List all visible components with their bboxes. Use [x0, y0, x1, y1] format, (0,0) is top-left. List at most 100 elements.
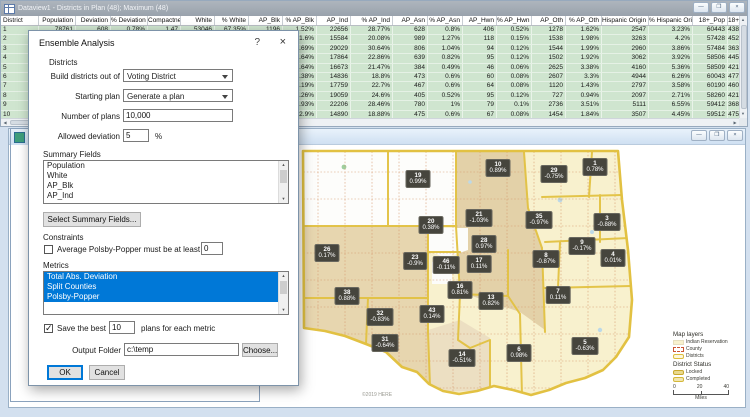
close-button[interactable]: ×: [727, 130, 743, 141]
district-label-16[interactable]: 16 0.81%: [447, 281, 473, 299]
build-districts-combo[interactable]: Voting District: [123, 69, 233, 82]
district-label-20[interactable]: 20 0.38%: [418, 216, 444, 234]
help-icon[interactable]: ?: [254, 37, 260, 48]
column-header-ap-ind[interactable]: AP_Ind: [317, 16, 351, 25]
summary-field-item[interactable]: AP_Ind: [44, 191, 288, 201]
column-header-ap-oth[interactable]: % AP_Oth: [566, 16, 602, 25]
summary-field-item[interactable]: AP_Blk: [44, 181, 288, 191]
scroll-up-icon[interactable]: ▲: [279, 161, 288, 169]
district-label-29[interactable]: 29 -0.75%: [540, 165, 568, 183]
cell-ap-asn: 1.27%: [428, 35, 463, 44]
district-label-5[interactable]: 5 -0.63%: [571, 337, 599, 355]
column-header-hispanic-origin[interactable]: Hispanic Origin: [602, 16, 649, 25]
column-header-18+-pop[interactable]: 18+_Pop: [693, 16, 728, 25]
district-label-46[interactable]: 46 -0.11%: [432, 256, 460, 274]
district-label-31[interactable]: 31 -0.64%: [371, 334, 399, 352]
close-button[interactable]: ×: [729, 2, 745, 13]
scroll-down-icon[interactable]: ▼: [279, 306, 288, 314]
starting-plan-combo[interactable]: Generate a plan: [123, 89, 233, 102]
dataview-vertical-scrollbar[interactable]: ▲ ▼: [739, 16, 747, 118]
close-icon[interactable]: ×: [280, 36, 286, 48]
metric-item[interactable]: Split Counties: [44, 282, 288, 292]
column-header-hispanic-origin[interactable]: % Hispanic Origin: [649, 16, 693, 25]
column-header-ap-asn[interactable]: % AP_Asn: [428, 16, 463, 25]
column-header-deviation[interactable]: Deviation: [76, 16, 111, 25]
list-scroll-thumb[interactable]: [280, 170, 287, 183]
cell-ap-hwn: 79: [463, 101, 497, 110]
district-label-19[interactable]: 19 0.99%: [405, 170, 431, 188]
dataview-titlebar[interactable]: Dataview1 - Districts in Plan (48); Maxi…: [1, 1, 747, 16]
summary-fields-list[interactable]: Population White AP_Blk AP_Ind ▲ ▼: [43, 160, 289, 204]
district-label-4[interactable]: 4 0.01%: [600, 249, 626, 267]
district-label-10[interactable]: 10 0.89%: [485, 159, 511, 177]
district-label-32[interactable]: 32 -0.83%: [366, 308, 394, 326]
summary-field-item[interactable]: Population: [44, 161, 288, 171]
cell-ap-asn: 628: [393, 26, 428, 35]
column-header-ap-hwn[interactable]: % AP_Hwn: [497, 16, 532, 25]
district-label-35[interactable]: 35 -0.97%: [525, 211, 553, 229]
number-of-plans-label: Number of plans: [61, 112, 120, 121]
cell-ap-asn: 0.49%: [428, 63, 463, 72]
column-header-ap-oth[interactable]: AP_Oth: [532, 16, 566, 25]
district-label-3[interactable]: 3 -0.88%: [593, 213, 621, 231]
save-best-checkbox[interactable]: [44, 323, 53, 334]
district-label-1[interactable]: 1 0.78%: [582, 158, 608, 176]
ok-button[interactable]: OK: [47, 365, 83, 380]
column-header-ap-blk[interactable]: AP_Blk: [249, 16, 283, 25]
vertical-scroll-thumb[interactable]: [741, 25, 747, 109]
scroll-left-icon[interactable]: ◀: [1, 119, 9, 127]
list-scroll-thumb[interactable]: [280, 281, 287, 294]
list-scrollbar[interactable]: ▲ ▼: [278, 272, 288, 314]
district-label-8[interactable]: 8 -0.87%: [532, 250, 560, 268]
district-label-21[interactable]: 21 -1.03%: [465, 209, 493, 227]
scroll-down-icon[interactable]: ▼: [279, 195, 288, 203]
scroll-up-icon[interactable]: ▲: [279, 272, 288, 280]
cell-18+-v: 363: [728, 45, 739, 53]
minimize-button[interactable]: —: [691, 130, 707, 141]
restore-button[interactable]: ❐: [709, 130, 725, 141]
column-header-white[interactable]: % White: [215, 16, 249, 25]
scroll-right-icon[interactable]: ▶: [731, 119, 739, 127]
column-header-ap-blk[interactable]: % AP_Blk: [283, 16, 317, 25]
column-header-ap-ind[interactable]: % AP_Ind: [351, 16, 393, 25]
list-scrollbar[interactable]: ▲ ▼: [278, 161, 288, 203]
restore-button[interactable]: ❐: [711, 2, 727, 13]
summary-field-item[interactable]: White: [44, 171, 288, 181]
district-label-38[interactable]: 38 0.88%: [334, 287, 360, 305]
column-header-compactness[interactable]: Compactness: [148, 16, 181, 25]
district-label-43[interactable]: 43 0.14%: [419, 305, 445, 323]
cell-ap-ind: 14836: [317, 73, 351, 82]
scroll-up-icon[interactable]: ▲: [739, 16, 747, 24]
metric-item[interactable]: Polsby-Popper: [44, 292, 288, 302]
district-label-26[interactable]: 26 0.17%: [314, 244, 340, 262]
column-header-population[interactable]: Population: [39, 16, 76, 25]
save-best-count-input[interactable]: [109, 321, 135, 334]
polsby-constraint-checkbox[interactable]: [44, 245, 53, 254]
district-label-9[interactable]: 9 -0.17%: [568, 237, 596, 255]
column-header-ap-hwn[interactable]: AP_Hwn: [463, 16, 497, 25]
cell-ap-hwn: 0.12%: [497, 44, 532, 54]
select-summary-fields-button[interactable]: Select Summary Fields...: [43, 212, 141, 227]
number-of-plans-input[interactable]: [123, 109, 233, 122]
column-header-district[interactable]: District: [1, 16, 39, 25]
choose-folder-button[interactable]: Choose...: [242, 343, 278, 357]
column-header-ap-asn[interactable]: AP_Asn: [393, 16, 428, 25]
district-label-17[interactable]: 17 0.11%: [466, 255, 492, 273]
column-header-deviation[interactable]: % Deviation: [111, 16, 148, 25]
district-label-23[interactable]: 23 -0.9%: [403, 252, 427, 270]
minimize-button[interactable]: —: [693, 2, 709, 13]
district-label-28[interactable]: 28 0.97%: [471, 235, 497, 253]
metric-item[interactable]: Total Abs. Deviation: [44, 272, 288, 282]
scroll-down-icon[interactable]: ▼: [739, 110, 747, 118]
district-label-14[interactable]: 14 -0.51%: [448, 349, 476, 367]
polsby-constraint-input[interactable]: [201, 242, 223, 255]
metrics-list[interactable]: Total Abs. Deviation Split Counties Polsby…: [43, 271, 289, 315]
district-label-6[interactable]: 6 0.98%: [506, 344, 532, 362]
district-label-13[interactable]: 13 0.82%: [478, 292, 504, 310]
starting-plan-label: Starting plan: [75, 92, 120, 101]
district-label-7[interactable]: 7 0.11%: [545, 286, 571, 304]
output-folder-input[interactable]: [124, 343, 239, 356]
cancel-button[interactable]: Cancel: [89, 365, 125, 380]
column-header-white[interactable]: White: [181, 16, 215, 25]
allowed-deviation-input[interactable]: [123, 129, 149, 142]
